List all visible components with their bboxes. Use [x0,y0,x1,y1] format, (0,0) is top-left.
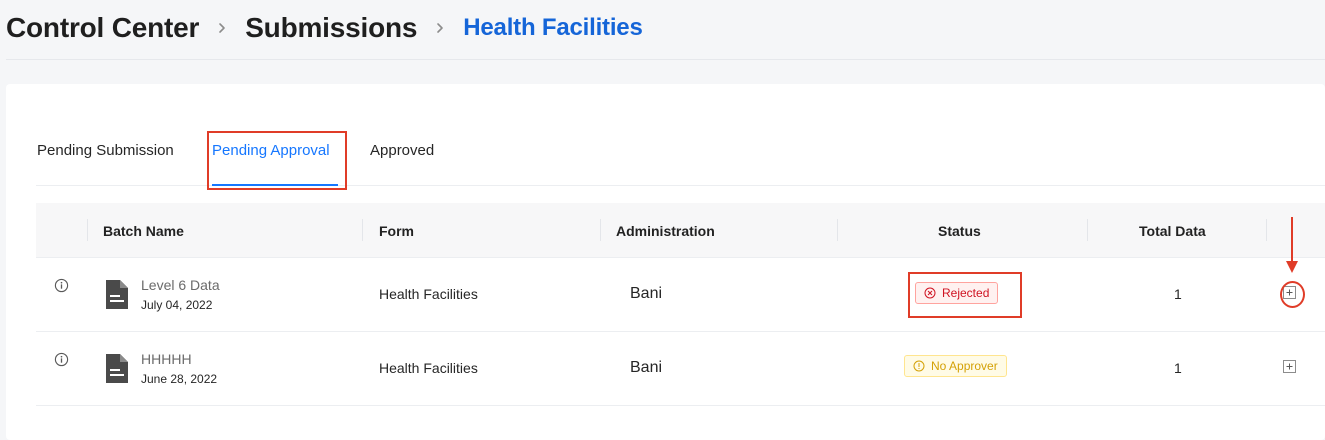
annotation-highlight-tab [207,131,347,190]
column-divider [1087,219,1088,241]
form-name: Health Facilities [379,286,478,302]
column-divider [1266,219,1267,241]
file-text-icon [106,354,128,383]
batch-date: July 04, 2022 [141,298,213,312]
column-header-total-data: Total Data [1139,222,1206,239]
column-divider [362,219,363,241]
column-divider [87,219,88,241]
plus-square-icon[interactable] [1283,360,1296,373]
breadcrumb-submissions[interactable]: Submissions [245,12,417,44]
column-divider [600,219,601,241]
table-row: Level 6 Data July 04, 2022 Health Facili… [36,258,1325,332]
column-divider [837,219,838,241]
info-circle-icon[interactable] [54,352,69,367]
main-card: Pending Submission Pending Approval Appr… [6,84,1325,440]
info-circle-icon[interactable] [54,278,69,293]
file-text-icon [106,280,128,309]
arrow-down-icon [1286,217,1298,273]
column-header-administration: Administration [616,222,715,239]
form-name: Health Facilities [379,360,478,376]
annotation-highlight-status [908,272,1022,318]
tab-pending-submission[interactable]: Pending Submission [37,142,174,159]
column-header-batch-name: Batch Name [103,222,184,239]
column-header-form: Form [379,222,414,239]
breadcrumb-health-facilities: Health Facilities [463,14,643,41]
table-row: HHHHH June 28, 2022 Health Facilities Ba… [36,332,1325,406]
status-text: No Approver [931,359,998,373]
chevron-right-icon [417,22,463,34]
total-data: 1 [1174,360,1182,376]
tab-approved[interactable]: Approved [370,142,434,159]
breadcrumb: Control Center Submissions Health Facili… [6,10,643,46]
batch-table: Batch Name Form Administration Status To… [36,203,1325,406]
status-badge: No Approver [904,355,1007,377]
annotation-circle-expand [1280,281,1305,308]
header-divider [6,59,1325,60]
total-data: 1 [1174,286,1182,302]
batch-date: June 28, 2022 [141,372,218,386]
column-header-status: Status [938,222,981,239]
table-header: Batch Name Form Administration Status To… [36,203,1325,258]
batch-name: HHHHH [141,351,192,367]
administration-name: Bani [630,359,663,376]
exclamation-circle-icon [913,360,925,372]
chevron-right-icon [199,22,245,34]
administration-name: Bani [630,285,663,302]
batch-name: Level 6 Data [141,277,220,293]
breadcrumb-control-center[interactable]: Control Center [6,12,199,44]
